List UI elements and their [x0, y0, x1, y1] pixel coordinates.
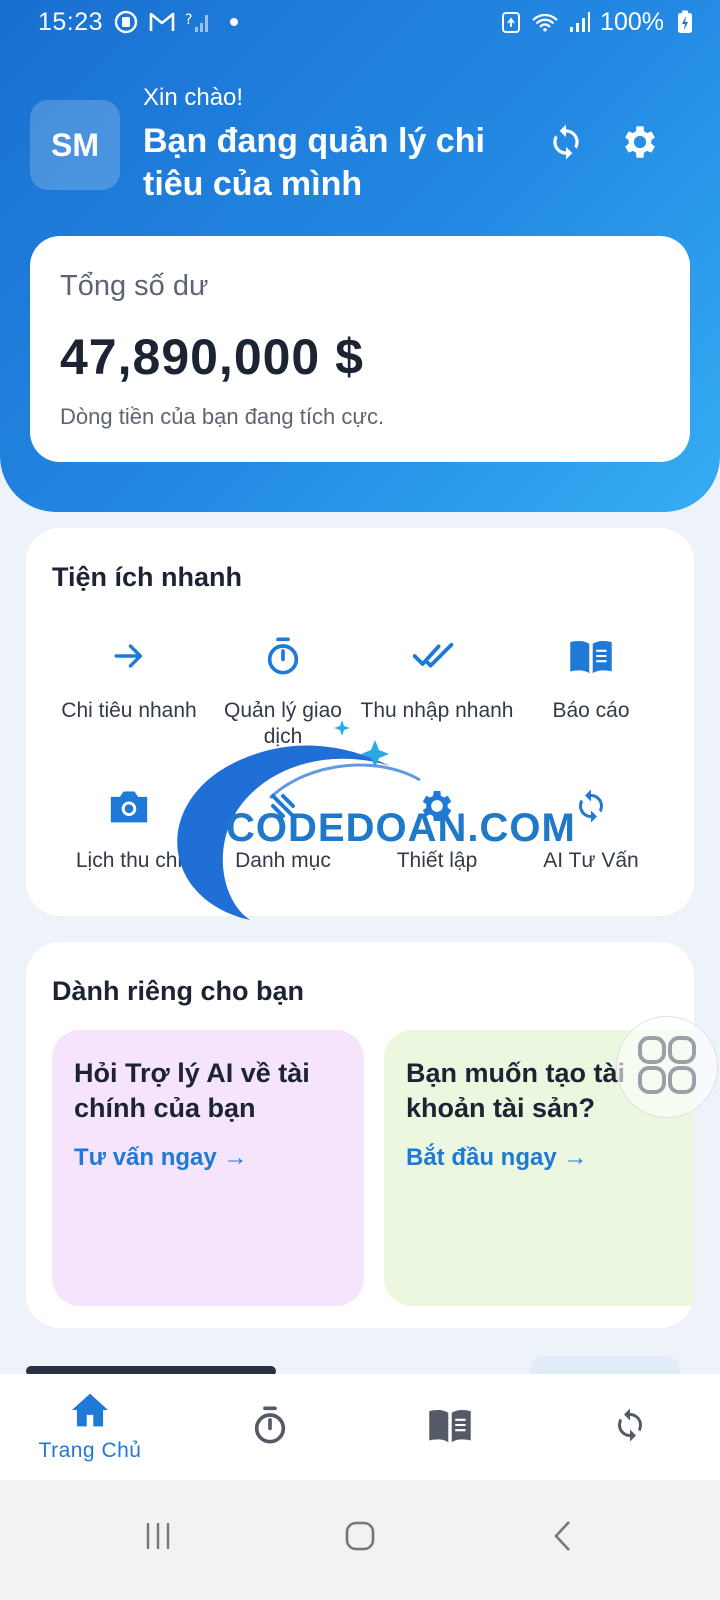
quick-action-label: AI Tư Vấn — [543, 849, 639, 872]
sync-icon — [567, 782, 615, 830]
system-navigation-bar — [0, 1480, 720, 1600]
avatar[interactable]: SM — [30, 100, 120, 190]
nav-sync[interactable] — [540, 1374, 720, 1480]
promo-link[interactable]: Tư vấn ngay → — [74, 1144, 342, 1172]
double-check-icon — [413, 632, 461, 680]
sync-icon — [547, 121, 585, 168]
stopwatch-icon — [259, 632, 307, 680]
home-square-icon — [344, 1520, 376, 1557]
svg-text:?: ? — [185, 12, 192, 28]
book-icon — [567, 632, 615, 680]
arrow-right-icon — [105, 632, 153, 680]
sync-button[interactable] — [540, 118, 592, 170]
back-button[interactable] — [532, 1508, 592, 1568]
balance-value: 47,890,000 $ — [60, 329, 364, 385]
stopwatch-icon — [250, 1404, 290, 1451]
floating-menu-button[interactable] — [616, 1016, 718, 1118]
status-time: 15:23 — [38, 7, 104, 36]
home-icon — [70, 1392, 110, 1433]
promo-link[interactable]: Bắt đầu ngay → — [406, 1144, 672, 1172]
recent-apps-button[interactable] — [128, 1508, 188, 1568]
next-section-pill — [530, 1356, 680, 1376]
dot-icon — [221, 9, 247, 35]
quick-action-label: Báo cáo — [552, 699, 630, 722]
quick-action-chi-tieu-nhanh[interactable]: Chi tiêu nhanh — [52, 632, 206, 724]
nav-home-label: Trang Chủ — [38, 1438, 142, 1462]
balance-note: Dòng tiền của bạn đang tích cực. — [60, 404, 385, 429]
signal-icon — [566, 9, 592, 35]
for-you-title: Dành riêng cho bạn — [52, 976, 305, 1006]
quick-action-thiet-lap[interactable]: Thiết lập — [360, 782, 514, 874]
nav-reports[interactable] — [360, 1374, 540, 1480]
quick-action-bao-cao[interactable]: Báo cáo — [514, 632, 668, 724]
quick-action-quan-ly-giao-dich[interactable]: Quản lý giao dịch — [206, 632, 360, 750]
home-button[interactable] — [330, 1508, 390, 1568]
balance-card[interactable]: Tổng số dư 47,890,000 $ Dòng tiền của bạ… — [30, 236, 690, 462]
book-icon — [427, 1406, 473, 1449]
category-icon — [259, 782, 307, 830]
battery-charging-icon — [672, 9, 698, 35]
bottom-navigation: Trang Chủ — [0, 1374, 720, 1480]
greeting-row: SM Xin chào! Bạn đang quản lý chi tiêu c… — [30, 80, 690, 220]
quick-actions-title: Tiện ích nhanh — [52, 562, 243, 592]
settings-button[interactable] — [614, 118, 666, 170]
quick-action-label: Thiết lập — [396, 849, 478, 872]
battery-percent: 100% — [600, 7, 664, 36]
page-title: Bạn đang quản lý chi tiêu của mình — [143, 122, 485, 203]
gear-icon — [413, 782, 461, 830]
quick-action-label: Danh mục — [235, 849, 331, 872]
recycle-icon — [498, 9, 524, 35]
status-bar: 15:23 ? 100% — [0, 0, 720, 44]
quick-action-label: Lịch thu chi — [75, 849, 183, 872]
camera-icon — [105, 782, 153, 830]
for-you-card: Dành riêng cho bạn Hỏi Trợ lý AI về tài … — [26, 942, 694, 1328]
nav-transactions[interactable] — [180, 1374, 360, 1480]
next-section-peek — [26, 1360, 326, 1374]
chevron-left-icon — [551, 1519, 573, 1558]
sync-icon — [612, 1405, 648, 1450]
grid-icon — [634, 1032, 700, 1103]
greeting-text: Xin chào! — [143, 84, 244, 111]
quick-action-lich-thu-chi[interactable]: Lịch thu chi — [52, 782, 206, 874]
promo-ai-assistant[interactable]: Hỏi Trợ lý AI về tài chính của bạn Tư vấ… — [52, 1030, 364, 1306]
nav-home[interactable]: Trang Chủ — [0, 1374, 180, 1480]
gear-icon — [619, 121, 661, 168]
quick-actions-card: Tiện ích nhanh Chi tiêu nhanh Quản lý gi… — [26, 528, 694, 916]
gmail-icon — [149, 9, 175, 35]
promo-title: Hỏi Trợ lý AI về tài chính của bạn — [74, 1058, 310, 1123]
recent-apps-icon — [143, 1521, 173, 1556]
notification-app-icon — [113, 9, 139, 35]
quick-action-thu-nhap-nhanh[interactable]: Thu nhập nhanh — [360, 632, 514, 724]
balance-label: Tổng số dư — [60, 270, 209, 302]
quick-action-label: Chi tiêu nhanh — [61, 699, 197, 722]
wifi-icon — [532, 9, 558, 35]
no-sim-signal-icon: ? — [185, 9, 211, 35]
quick-action-danh-muc[interactable]: Danh mục — [206, 782, 360, 874]
quick-action-label: Quản lý giao dịch — [224, 699, 342, 748]
quick-action-label: Thu nhập nhanh — [360, 699, 514, 722]
quick-action-ai-tu-van[interactable]: AI Tư Vấn — [514, 782, 668, 874]
